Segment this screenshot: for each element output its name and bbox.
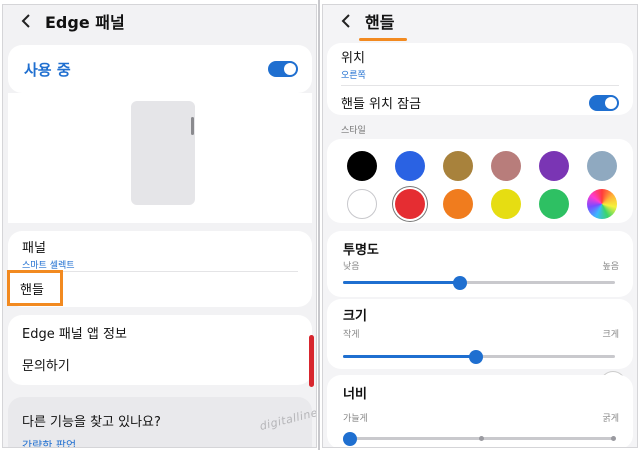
transparency-slider-thumb[interactable]: [453, 276, 467, 290]
scrollbar[interactable]: [309, 335, 314, 387]
transparency-title: 투명도: [343, 243, 379, 258]
row-divider: [22, 271, 298, 272]
position-row[interactable]: 위치 오른쪽: [341, 47, 619, 81]
use-toggle-switch[interactable]: [268, 61, 298, 77]
color-swatch[interactable]: [443, 189, 473, 219]
width-slider-tick: [611, 436, 616, 441]
width-max-label: 굵게: [602, 414, 619, 424]
use-toggle-label: 사용 중: [24, 60, 71, 79]
color-swatch[interactable]: [491, 189, 521, 219]
color-swatch[interactable]: [491, 151, 521, 181]
header: 핸들: [323, 5, 637, 37]
size-max-label: 크게: [602, 330, 619, 340]
color-swatch[interactable]: [347, 189, 377, 219]
color-swatches: [327, 139, 633, 223]
size-slider[interactable]: [343, 350, 615, 364]
title-highlight-underline: [359, 38, 407, 41]
color-swatch[interactable]: [587, 151, 617, 181]
use-toggle-row[interactable]: 사용 중: [8, 45, 312, 93]
style-section-label: 스타일: [341, 126, 366, 136]
size-min-label: 작게: [343, 330, 360, 340]
contact-label: 문의하기: [22, 359, 70, 374]
panel-row-title: 패널: [22, 241, 46, 256]
width-slider-tick: [479, 436, 484, 441]
handle-menu-item[interactable]: 핸들: [7, 270, 63, 306]
size-slider-fill: [343, 355, 476, 358]
about-label: Edge 패널 앱 정보: [22, 327, 127, 342]
lock-label: 핸들 위치 잠금: [341, 97, 422, 112]
about-edge-panel-item[interactable]: Edge 패널 앱 정보: [22, 323, 298, 342]
lock-toggle-switch[interactable]: [589, 94, 619, 111]
brief-popup-link[interactable]: 간략한 팝업: [22, 437, 76, 447]
color-swatch[interactable]: [539, 151, 569, 181]
color-swatch[interactable]: [587, 189, 617, 219]
info-card: Edge 패널 앱 정보 문의하기: [8, 315, 312, 385]
handle-menu-label: 핸들: [20, 282, 44, 298]
position-card: 위치 오른쪽 핸들 위치 잠금: [327, 43, 633, 115]
size-slider-thumb[interactable]: [469, 350, 483, 364]
find-more-title: 다른 기능을 찾고 있나요?: [22, 415, 161, 430]
size-title: 크기: [343, 309, 367, 324]
page-title: 핸들: [365, 13, 395, 32]
position-value: 오른쪽: [341, 71, 366, 81]
width-slider[interactable]: [343, 432, 616, 446]
panel-row-value: 스마트 셀렉트: [22, 261, 75, 271]
handle-preview: [8, 93, 312, 223]
transparency-min-label: 낮음: [343, 262, 360, 272]
handle-preview-bar: [191, 117, 194, 135]
row-divider: [341, 85, 619, 86]
handle-settings-screen: 핸들 위치 오른쪽 핸들 위치 잠금 스타일 투명도 낮음 높음 크기 작게 크…: [322, 4, 638, 448]
page-title: Edge 패널: [45, 13, 125, 32]
panel-row[interactable]: 패널 스마트 셀렉트: [22, 237, 298, 271]
phone-preview-image: [131, 101, 195, 205]
position-title: 위치: [341, 51, 365, 66]
back-arrow-icon[interactable]: [15, 10, 37, 32]
back-arrow-icon[interactable]: [335, 10, 357, 32]
transparency-card: 투명도 낮음 높음: [327, 231, 633, 297]
contact-item[interactable]: 문의하기: [22, 355, 298, 374]
color-swatch[interactable]: [347, 151, 377, 181]
edge-panel-screen: Edge 패널 사용 중 패널 스마트 셀렉트 핸들 Edge 패널 앱 정보 …: [2, 4, 317, 448]
header: Edge 패널: [3, 5, 316, 37]
screens-divider: [318, 0, 320, 450]
transparency-max-label: 높음: [602, 262, 619, 272]
color-swatch[interactable]: [395, 151, 425, 181]
transparency-slider[interactable]: [343, 276, 615, 290]
width-card: 너비 가늘게 굵게: [327, 375, 633, 447]
size-card: 크기 작게 크게: [327, 299, 633, 369]
color-swatch[interactable]: [443, 151, 473, 181]
width-slider-thumb[interactable]: [343, 432, 357, 446]
transparency-slider-fill: [343, 281, 460, 284]
width-min-label: 가늘게: [343, 414, 368, 424]
width-title: 너비: [343, 387, 367, 402]
lock-row[interactable]: 핸들 위치 잠금: [341, 93, 619, 112]
color-swatch[interactable]: [395, 189, 425, 219]
color-swatch[interactable]: [539, 189, 569, 219]
